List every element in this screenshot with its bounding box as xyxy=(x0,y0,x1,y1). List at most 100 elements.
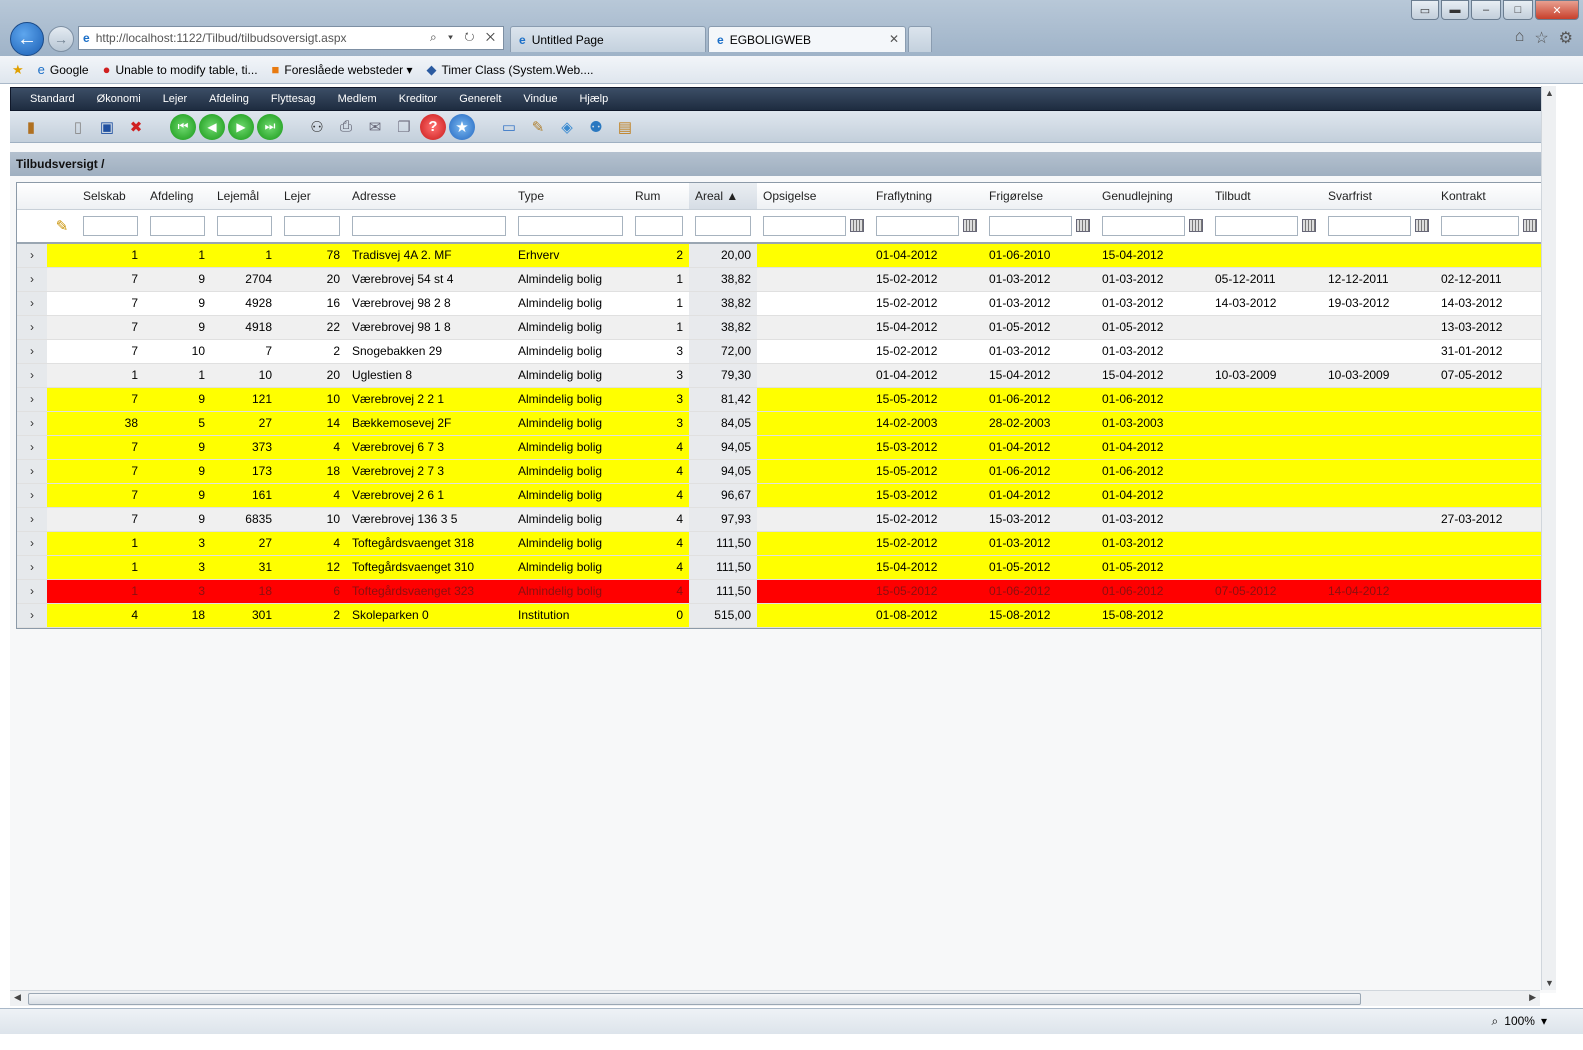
menu-afdeling[interactable]: Afdeling xyxy=(198,93,260,105)
table-row[interactable]: › 7 9 4918 22 Værebrovej 98 1 8 Almindelig bol… xyxy=(17,315,1543,339)
gear-icon[interactable]: ⚙ xyxy=(1559,28,1573,48)
col-header-lejer[interactable]: Lejer xyxy=(278,183,346,210)
mail-icon[interactable]: ✉ xyxy=(362,114,388,140)
filter-selskab[interactable] xyxy=(83,215,138,236)
open-folder-icon[interactable]: ▭ xyxy=(496,114,522,140)
expand-row-icon[interactable]: › xyxy=(17,555,47,579)
expand-row-icon[interactable]: › xyxy=(17,387,47,411)
address-bar[interactable]: e http://localhost:1122/Tilbud/tilbudsov… xyxy=(78,26,504,50)
table-row[interactable]: › 7 9 6835 10 Værebrovej 136 3 5 Almindelig bo… xyxy=(17,507,1543,531)
scroll-down-arrow-icon[interactable]: ▼ xyxy=(1545,978,1554,988)
menu-lejer[interactable]: Lejer xyxy=(152,93,198,105)
col-header-opsigelse[interactable]: Opsigelse xyxy=(757,183,870,210)
new-document-icon[interactable]: ▯ xyxy=(65,114,91,140)
expand-row-icon[interactable]: › xyxy=(17,483,47,507)
close-window-button[interactable]: ✕ xyxy=(1535,0,1579,20)
col-header-afdeling[interactable]: Afdeling xyxy=(144,183,211,210)
col-header-tilbudt[interactable]: Tilbudt xyxy=(1209,183,1322,210)
clear-filter-broom-icon[interactable]: ✎ xyxy=(47,209,77,244)
col-header-adresse[interactable]: Adresse xyxy=(346,183,512,210)
col-header-fraflytning[interactable]: Fraflytning xyxy=(870,183,983,210)
table-row[interactable]: › 7 9 121 10 Værebrovej 2 2 1 Almindelig bolig… xyxy=(17,387,1543,411)
favorites-star-add-icon[interactable]: ★ xyxy=(12,62,24,78)
table-row[interactable]: › 1 3 18 6 Toftegårdsvaenget 323 Almindelig bo… xyxy=(17,579,1543,603)
calendar-icon[interactable] xyxy=(1415,219,1429,233)
copy-icon[interactable]: ❐ xyxy=(391,114,417,140)
fav-suggested-sites[interactable]: ■ Foreslåede websteder ▾ xyxy=(272,62,413,77)
table-row[interactable]: › 1 1 10 20 Uglestien 8 Almindelig bolig 3 79,30… xyxy=(17,363,1543,387)
calendar-icon[interactable] xyxy=(850,219,864,233)
expand-row-icon[interactable]: › xyxy=(17,603,47,627)
scroll-right-arrow-icon[interactable]: ▶ xyxy=(1529,992,1536,1003)
col-header-frigoerelse[interactable]: Frigørelse xyxy=(983,183,1096,210)
menu-oekonomi[interactable]: Økonomi xyxy=(86,93,152,105)
expand-row-icon[interactable]: › xyxy=(17,411,47,435)
expand-row-icon[interactable]: › xyxy=(17,291,47,315)
scroll-up-arrow-icon[interactable]: ▲ xyxy=(1545,88,1554,98)
calendar-icon[interactable] xyxy=(1076,219,1090,233)
filter-areal[interactable] xyxy=(695,215,751,236)
filter-rum[interactable] xyxy=(635,215,683,236)
expand-row-icon[interactable]: › xyxy=(17,579,47,603)
new-tab-button[interactable] xyxy=(908,26,932,52)
binoculars-icon[interactable]: ⚇ xyxy=(304,114,330,140)
exit-door-icon[interactable]: ▮ xyxy=(18,114,44,140)
calendar-icon[interactable] xyxy=(1302,219,1316,233)
horizontal-scroll-thumb[interactable] xyxy=(28,993,1361,1005)
menu-standard[interactable]: Standard xyxy=(19,93,86,105)
close-tab-icon[interactable]: ✕ xyxy=(889,32,899,46)
fav-timer-class[interactable]: ◆ Timer Class (System.Web.... xyxy=(426,62,593,78)
previous-record-icon[interactable]: ◀ xyxy=(199,113,225,140)
expand-row-icon[interactable]: › xyxy=(17,531,47,555)
filter-afdeling[interactable] xyxy=(150,215,205,236)
col-header-genudlejning[interactable]: Genudlejning xyxy=(1096,183,1209,210)
favorites-star-icon[interactable]: ☆ xyxy=(1534,28,1548,48)
expand-row-icon[interactable]: › xyxy=(17,243,47,267)
filter-genudlejning[interactable] xyxy=(1102,215,1185,236)
col-header-selskab[interactable]: Selskab xyxy=(77,183,144,210)
table-row[interactable]: › 1 3 31 12 Toftegårdsvaenget 310 Almindelig b… xyxy=(17,555,1543,579)
print-icon[interactable]: ⎙ xyxy=(333,114,359,140)
table-row[interactable]: › 7 9 2704 20 Værebrovej 54 st 4 Almindelig bo… xyxy=(17,267,1543,291)
zoom-control[interactable]: ⌕ 100% ▾ xyxy=(1492,1014,1547,1029)
col-header-type[interactable]: Type xyxy=(512,183,629,210)
tab-egboligweb[interactable]: e EGBOLIGWEB ✕ xyxy=(708,26,906,52)
table-row[interactable]: › 1 1 1 78 Tradisvej 4A 2. MF Erhverv 2 20,00 01-… xyxy=(17,243,1543,267)
table-row[interactable]: › 38 5 27 14 Bækkemosevej 2F Almindelig bolig 3… xyxy=(17,411,1543,435)
filter-adresse[interactable] xyxy=(352,215,506,236)
filter-opsigelse[interactable] xyxy=(763,215,846,236)
calendar-icon[interactable] xyxy=(963,219,977,233)
table-row[interactable]: › 7 9 373 4 Værebrovej 6 7 3 Almindelig bolig 4… xyxy=(17,435,1543,459)
col-header-svarfrist[interactable]: Svarfrist xyxy=(1322,183,1435,210)
filter-fraflytning[interactable] xyxy=(876,215,959,236)
col-header-lejemaal[interactable]: Lejemål xyxy=(211,183,278,210)
table-row[interactable]: › 4 18 301 2 Skoleparken 0 Institution 0 515,00 0… xyxy=(17,603,1543,627)
tab-untitled-page[interactable]: e Untitled Page xyxy=(510,26,706,52)
forward-button[interactable]: → xyxy=(48,26,74,52)
fav-unable-to-modify[interactable]: ● Unable to modify table, ti... xyxy=(103,62,258,77)
maximize-button[interactable]: □ xyxy=(1503,0,1533,20)
calendar-icon[interactable] xyxy=(1189,219,1203,233)
expand-row-icon[interactable]: › xyxy=(17,435,47,459)
clipboard-icon[interactable]: ▤ xyxy=(612,114,638,140)
first-record-icon[interactable]: ⏮ xyxy=(170,113,196,140)
menu-vindue[interactable]: Vindue xyxy=(512,93,568,105)
menu-generelt[interactable]: Generelt xyxy=(448,93,512,105)
home-icon[interactable]: ⌂ xyxy=(1515,28,1525,48)
menu-medlem[interactable]: Medlem xyxy=(327,93,388,105)
expand-row-icon[interactable]: › xyxy=(17,459,47,483)
table-row[interactable]: › 7 9 161 4 Værebrovej 2 6 1 Almindelig bolig 4… xyxy=(17,483,1543,507)
filter-frigoerelse[interactable] xyxy=(989,215,1072,236)
back-button[interactable]: ← xyxy=(10,22,44,56)
filter-kontrakt[interactable] xyxy=(1441,215,1519,236)
calendar-icon[interactable] xyxy=(1523,219,1537,233)
fav-google[interactable]: e Google xyxy=(38,62,89,77)
help-icon[interactable]: ? xyxy=(420,113,446,140)
expand-row-icon[interactable]: › xyxy=(17,507,47,531)
address-controls-icons[interactable]: ⌕ ▾ ↻ ✕ xyxy=(430,30,499,45)
col-header-kontrakt[interactable]: Kontrakt xyxy=(1435,183,1543,210)
filter-type[interactable] xyxy=(518,215,623,236)
horizontal-scrollbar[interactable]: ◀ ▶ xyxy=(10,990,1540,1006)
eraser-icon[interactable]: ◈ xyxy=(554,114,580,140)
expand-row-icon[interactable]: › xyxy=(17,315,47,339)
